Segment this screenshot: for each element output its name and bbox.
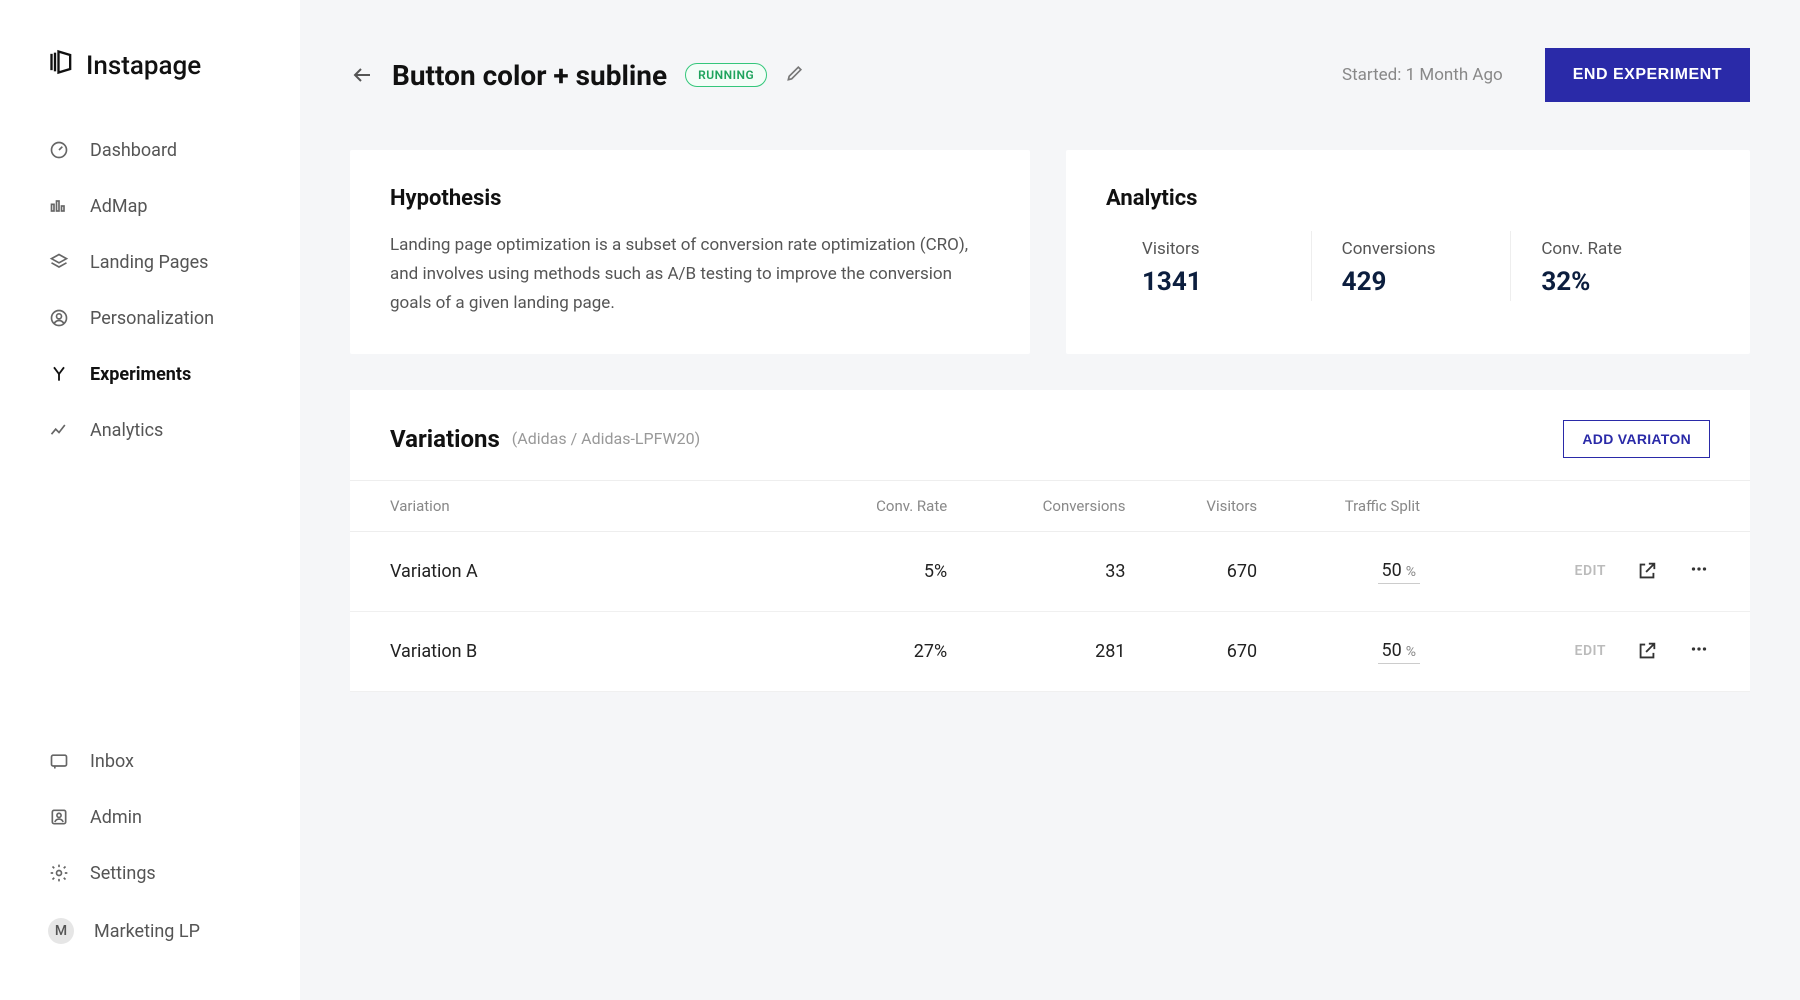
brand-name: Instapage [86,51,201,81]
sidebar-item-label: Landing Pages [90,252,208,273]
inbox-icon [48,750,70,772]
stat-visitors: Visitors 1341 [1106,231,1311,301]
main-content: Button color + subline RUNNING Started: … [300,0,1800,1000]
started-value: 1 Month Ago [1406,65,1503,85]
sidebar-item-personalization[interactable]: Personalization [24,291,276,345]
sidebar-item-analytics[interactable]: Analytics [24,403,276,457]
sidebar-item-settings[interactable]: Settings [24,846,276,900]
row-conv-rate: 27% [826,611,987,691]
page-header: Button color + subline RUNNING Started: … [350,48,1750,102]
hypothesis-card: Hypothesis Landing page optimization is … [350,150,1030,354]
sidebar-item-label: Admin [90,807,142,828]
sidebar-item-label: Marketing LP [94,921,200,942]
sidebar-item-label: AdMap [90,196,148,217]
col-conversions: Conversions [987,480,1165,531]
sidebar-primary-nav: Dashboard AdMap Landing Pages Personaliz… [0,123,300,457]
traffic-split-input[interactable]: 50 % [1378,638,1421,664]
sidebar-item-landing-pages[interactable]: Landing Pages [24,235,276,289]
user-circle-icon [48,307,70,329]
variations-card: Variations (Adidas / Adidas-LPFW20) ADD … [350,390,1750,692]
table-row: Variation B 27% 281 670 50 % EDIT [350,611,1750,691]
sidebar-item-admap[interactable]: AdMap [24,179,276,233]
stat-value: 32% [1541,267,1680,297]
stat-value: 1341 [1142,267,1281,297]
sidebar: Instapage Dashboard AdMap Landing Pages … [0,0,300,1000]
sidebar-item-dashboard[interactable]: Dashboard [24,123,276,177]
row-visitors: 670 [1165,611,1297,691]
open-external-icon[interactable] [1636,640,1658,662]
more-menu-icon[interactable] [1688,558,1710,585]
traffic-split-input[interactable]: 50 % [1378,558,1421,584]
stat-label: Conv. Rate [1541,239,1680,259]
edit-title-button[interactable] [785,63,805,87]
stat-conversions: Conversions 429 [1311,231,1511,301]
admin-icon [48,806,70,828]
sidebar-secondary-nav: Inbox Admin Settings M Marketing LP [0,734,300,960]
gear-icon [48,862,70,884]
row-visitors: 670 [1165,531,1297,611]
sidebar-item-inbox[interactable]: Inbox [24,734,276,788]
end-experiment-button[interactable]: END EXPERIMENT [1545,48,1750,102]
page-title: Button color + subline [392,59,667,92]
col-name: Variation [350,480,826,531]
sidebar-item-label: Inbox [90,751,134,772]
logo-icon [48,48,76,83]
add-variation-button[interactable]: ADD VARIATON [1563,420,1710,458]
experiments-icon [48,363,70,385]
row-name: Variation B [350,611,826,691]
gauge-icon [48,139,70,161]
started-prefix: Started: [1342,65,1406,85]
sidebar-item-label: Settings [90,863,156,884]
trend-icon [48,419,70,441]
col-conv-rate: Conv. Rate [826,480,987,531]
edit-button[interactable]: EDIT [1575,563,1606,579]
sidebar-item-label: Analytics [90,420,163,441]
stat-conv-rate: Conv. Rate 32% [1510,231,1710,301]
analytics-heading: Analytics [1106,186,1710,211]
split-value: 50 [1382,560,1402,581]
edit-button[interactable]: EDIT [1575,643,1606,659]
sidebar-item-experiments[interactable]: Experiments [24,347,276,401]
table-row: Variation A 5% 33 670 50 % EDIT [350,531,1750,611]
sidebar-item-label: Personalization [90,308,214,329]
admap-icon [48,195,70,217]
status-badge: RUNNING [685,63,767,87]
row-conversions: 281 [987,611,1165,691]
variations-table: Variation Conv. Rate Conversions Visitor… [350,480,1750,692]
hypothesis-body: Landing page optimization is a subset of… [390,231,990,318]
layers-icon [48,251,70,273]
hypothesis-heading: Hypothesis [390,186,990,211]
row-conv-rate: 5% [826,531,987,611]
col-visitors: Visitors [1165,480,1297,531]
variations-heading: Variations [390,425,500,453]
col-traffic-split: Traffic Split [1297,480,1450,531]
row-name: Variation A [350,531,826,611]
brand-logo[interactable]: Instapage [0,48,300,123]
back-button[interactable] [350,63,374,87]
percent-symbol: % [1406,644,1416,660]
avatar: M [48,918,74,944]
analytics-card: Analytics Visitors 1341 Conversions 429 … [1066,150,1750,354]
stat-label: Conversions [1342,239,1481,259]
row-conversions: 33 [987,531,1165,611]
variations-context: (Adidas / Adidas-LPFW20) [512,429,700,448]
more-menu-icon[interactable] [1688,638,1710,665]
sidebar-item-admin[interactable]: Admin [24,790,276,844]
sidebar-item-label: Dashboard [90,140,177,161]
percent-symbol: % [1406,564,1416,580]
stat-label: Visitors [1142,239,1281,259]
split-value: 50 [1382,640,1402,661]
sidebar-item-workspace[interactable]: M Marketing LP [24,902,276,960]
started-text: Started: 1 Month Ago [1342,65,1503,85]
open-external-icon[interactable] [1636,560,1658,582]
stat-value: 429 [1342,267,1481,297]
sidebar-item-label: Experiments [90,364,191,385]
